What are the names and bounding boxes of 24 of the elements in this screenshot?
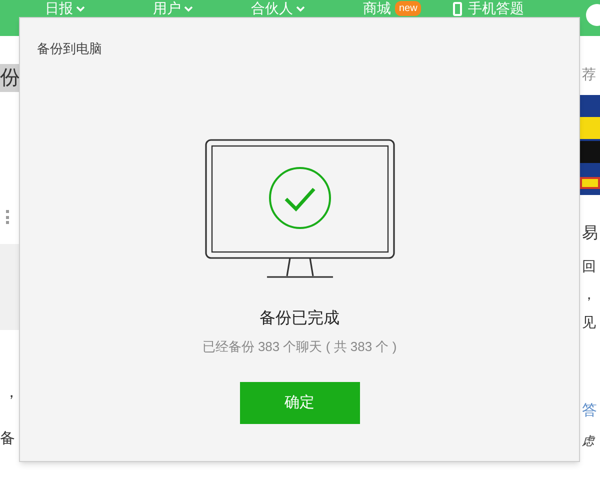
ok-button[interactable]: 确定 bbox=[240, 382, 360, 424]
text-fragment: 答 bbox=[582, 401, 597, 421]
nav-link[interactable]: 用户 bbox=[153, 1, 181, 16]
dialog-title: 备份到电脑 bbox=[37, 40, 102, 58]
text-fragment: 备 bbox=[0, 429, 15, 449]
caret-icon[interactable] bbox=[76, 6, 85, 12]
status-heading: 备份已完成 bbox=[260, 308, 340, 328]
nav-link[interactable]: 商城 bbox=[363, 1, 391, 16]
nav-link[interactable]: 手机答题 bbox=[468, 1, 524, 16]
text-fragment: 回 bbox=[582, 257, 596, 276]
text-fragment: 易 bbox=[582, 224, 598, 244]
more-icon[interactable] bbox=[6, 210, 10, 224]
caret-icon[interactable] bbox=[296, 6, 305, 12]
text-fragment: 份 bbox=[0, 64, 21, 92]
text-fragment: 见 bbox=[582, 313, 596, 332]
nav-link[interactable]: 日报 bbox=[45, 1, 73, 16]
text-fragment: 虑 bbox=[582, 433, 594, 450]
nav-link[interactable]: 合伙人 bbox=[251, 1, 293, 16]
status-detail: 已经备份 383 个聊天 ( 共 383 个 ) bbox=[202, 338, 397, 356]
caret-icon[interactable] bbox=[184, 6, 193, 12]
text-fragment: ， bbox=[582, 285, 596, 304]
text-fragment: 荐 bbox=[582, 65, 596, 84]
text-fragment: ， bbox=[4, 383, 19, 403]
new-badge: new bbox=[395, 1, 422, 16]
